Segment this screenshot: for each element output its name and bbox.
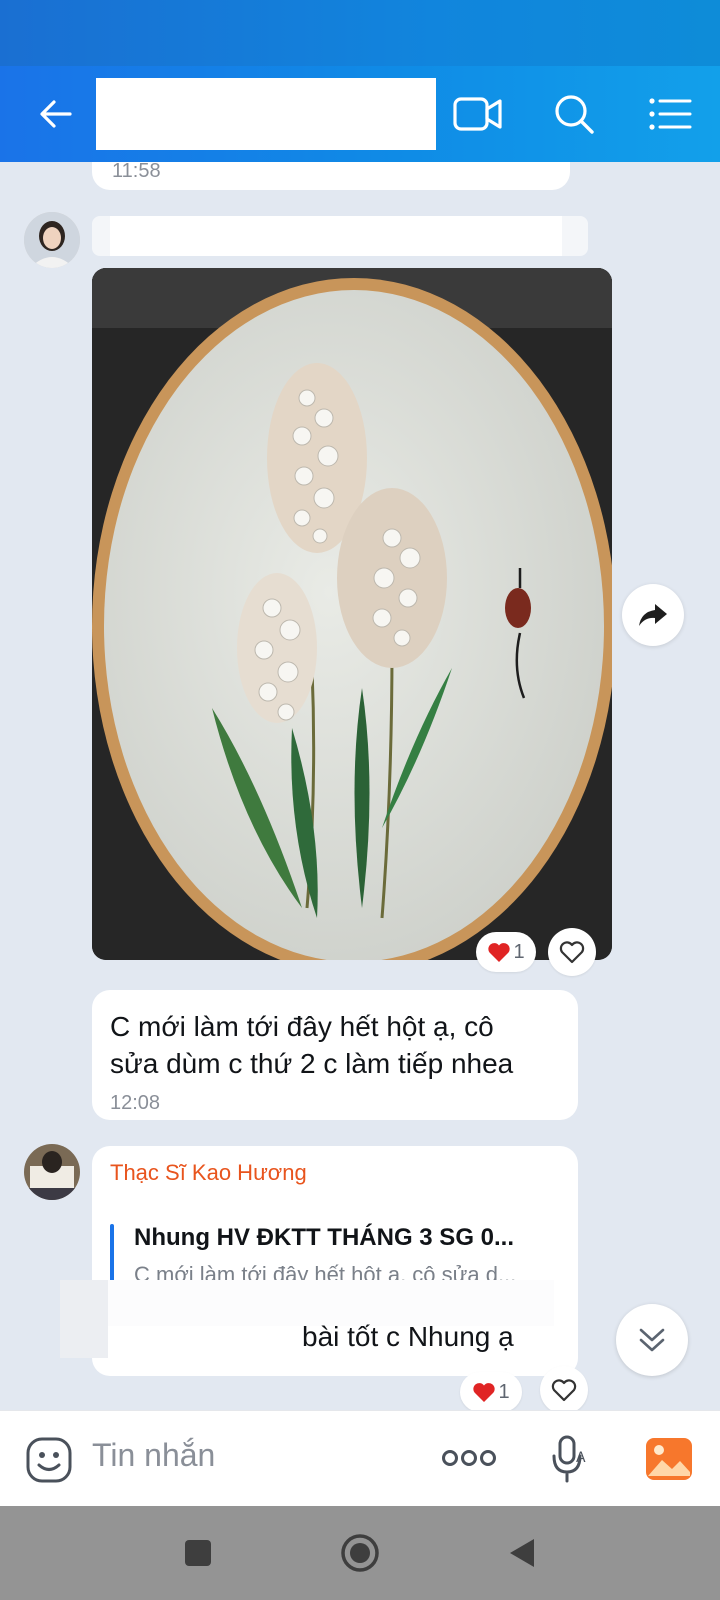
reaction-count[interactable]: 1 (476, 932, 536, 972)
photo-message[interactable] (92, 268, 612, 960)
system-nav-bar (0, 1506, 720, 1600)
sender-name-redacted (92, 216, 588, 256)
voice-button[interactable]: A (548, 1433, 592, 1485)
video-call-icon (453, 97, 502, 131)
more-dots-icon (442, 1450, 496, 1466)
back-nav-button[interactable] (502, 1533, 542, 1573)
triangle-back-icon (510, 1539, 534, 1567)
message-input[interactable]: Tin nhắn (92, 1437, 215, 1474)
square-icon (185, 1540, 211, 1566)
sender-name[interactable]: Thạc Sĩ Kao Hương (110, 1160, 307, 1186)
message-time: 11:58 (112, 162, 161, 182)
message-text: bài tốt c Nhung ạ (302, 1321, 514, 1352)
message-bubble[interactable]: 11:58 (92, 162, 570, 190)
like-button[interactable] (540, 1366, 588, 1410)
message-list[interactable]: 11:58 1 C mới làm tới đây hết hột ạ, cô … (0, 162, 720, 1410)
heart-icon (488, 943, 511, 962)
message-text-line: C mới làm tới đây hết hột ạ, cô (110, 1011, 494, 1042)
reaction-count-value: 1 (513, 940, 525, 963)
microphone-icon: A (552, 1435, 586, 1483)
back-button[interactable] (32, 90, 80, 138)
list-menu-icon (649, 98, 692, 130)
search-icon (555, 95, 594, 134)
composer-bar: Tin nhắn A (0, 1410, 720, 1506)
video-call-button[interactable] (452, 88, 504, 140)
svg-text:A: A (576, 1450, 586, 1466)
recent-apps-button[interactable] (178, 1533, 218, 1573)
double-chevron-down-icon (639, 1328, 665, 1352)
like-button[interactable] (548, 928, 596, 976)
heart-icon (473, 1383, 496, 1402)
reaction-count[interactable]: 1 (460, 1372, 522, 1410)
quote-title: Nhung HV ĐKTT THÁNG 3 SG 0... (134, 1224, 515, 1251)
message-text-line: sửa dùm c thứ 2 c làm tiếp nhea (110, 1048, 514, 1079)
message-bubble[interactable]: C mới làm tới đây hết hột ạ, cô sửa dùm … (92, 990, 578, 1120)
heart-outline-icon (559, 941, 585, 964)
home-circle-icon (341, 1534, 379, 1572)
scroll-to-bottom-button[interactable] (616, 1304, 688, 1376)
image-gallery-icon (646, 1438, 692, 1480)
emoji-icon (26, 1437, 72, 1483)
embroidery-photo (92, 268, 612, 960)
arrow-left-icon (40, 100, 72, 128)
avatar[interactable] (24, 212, 80, 268)
message-time: 12:08 (110, 1092, 161, 1114)
chat-header (0, 66, 720, 162)
quote-bar (110, 1224, 114, 1286)
avatar[interactable] (24, 1144, 80, 1200)
status-bar (0, 0, 720, 66)
avatar-image (24, 212, 80, 268)
redacted-area (60, 1280, 108, 1358)
conversation-title[interactable] (96, 78, 436, 150)
more-button[interactable] (440, 1443, 498, 1473)
menu-button[interactable] (644, 88, 696, 140)
heart-outline-icon (551, 1379, 577, 1402)
avatar-image (24, 1144, 80, 1200)
share-forward-icon (639, 604, 667, 626)
emoji-button[interactable] (24, 1435, 74, 1485)
home-button[interactable] (340, 1533, 380, 1573)
gallery-button[interactable] (644, 1435, 694, 1483)
forward-button[interactable] (622, 584, 684, 646)
search-button[interactable] (548, 88, 600, 140)
reaction-count-value: 1 (498, 1380, 510, 1403)
